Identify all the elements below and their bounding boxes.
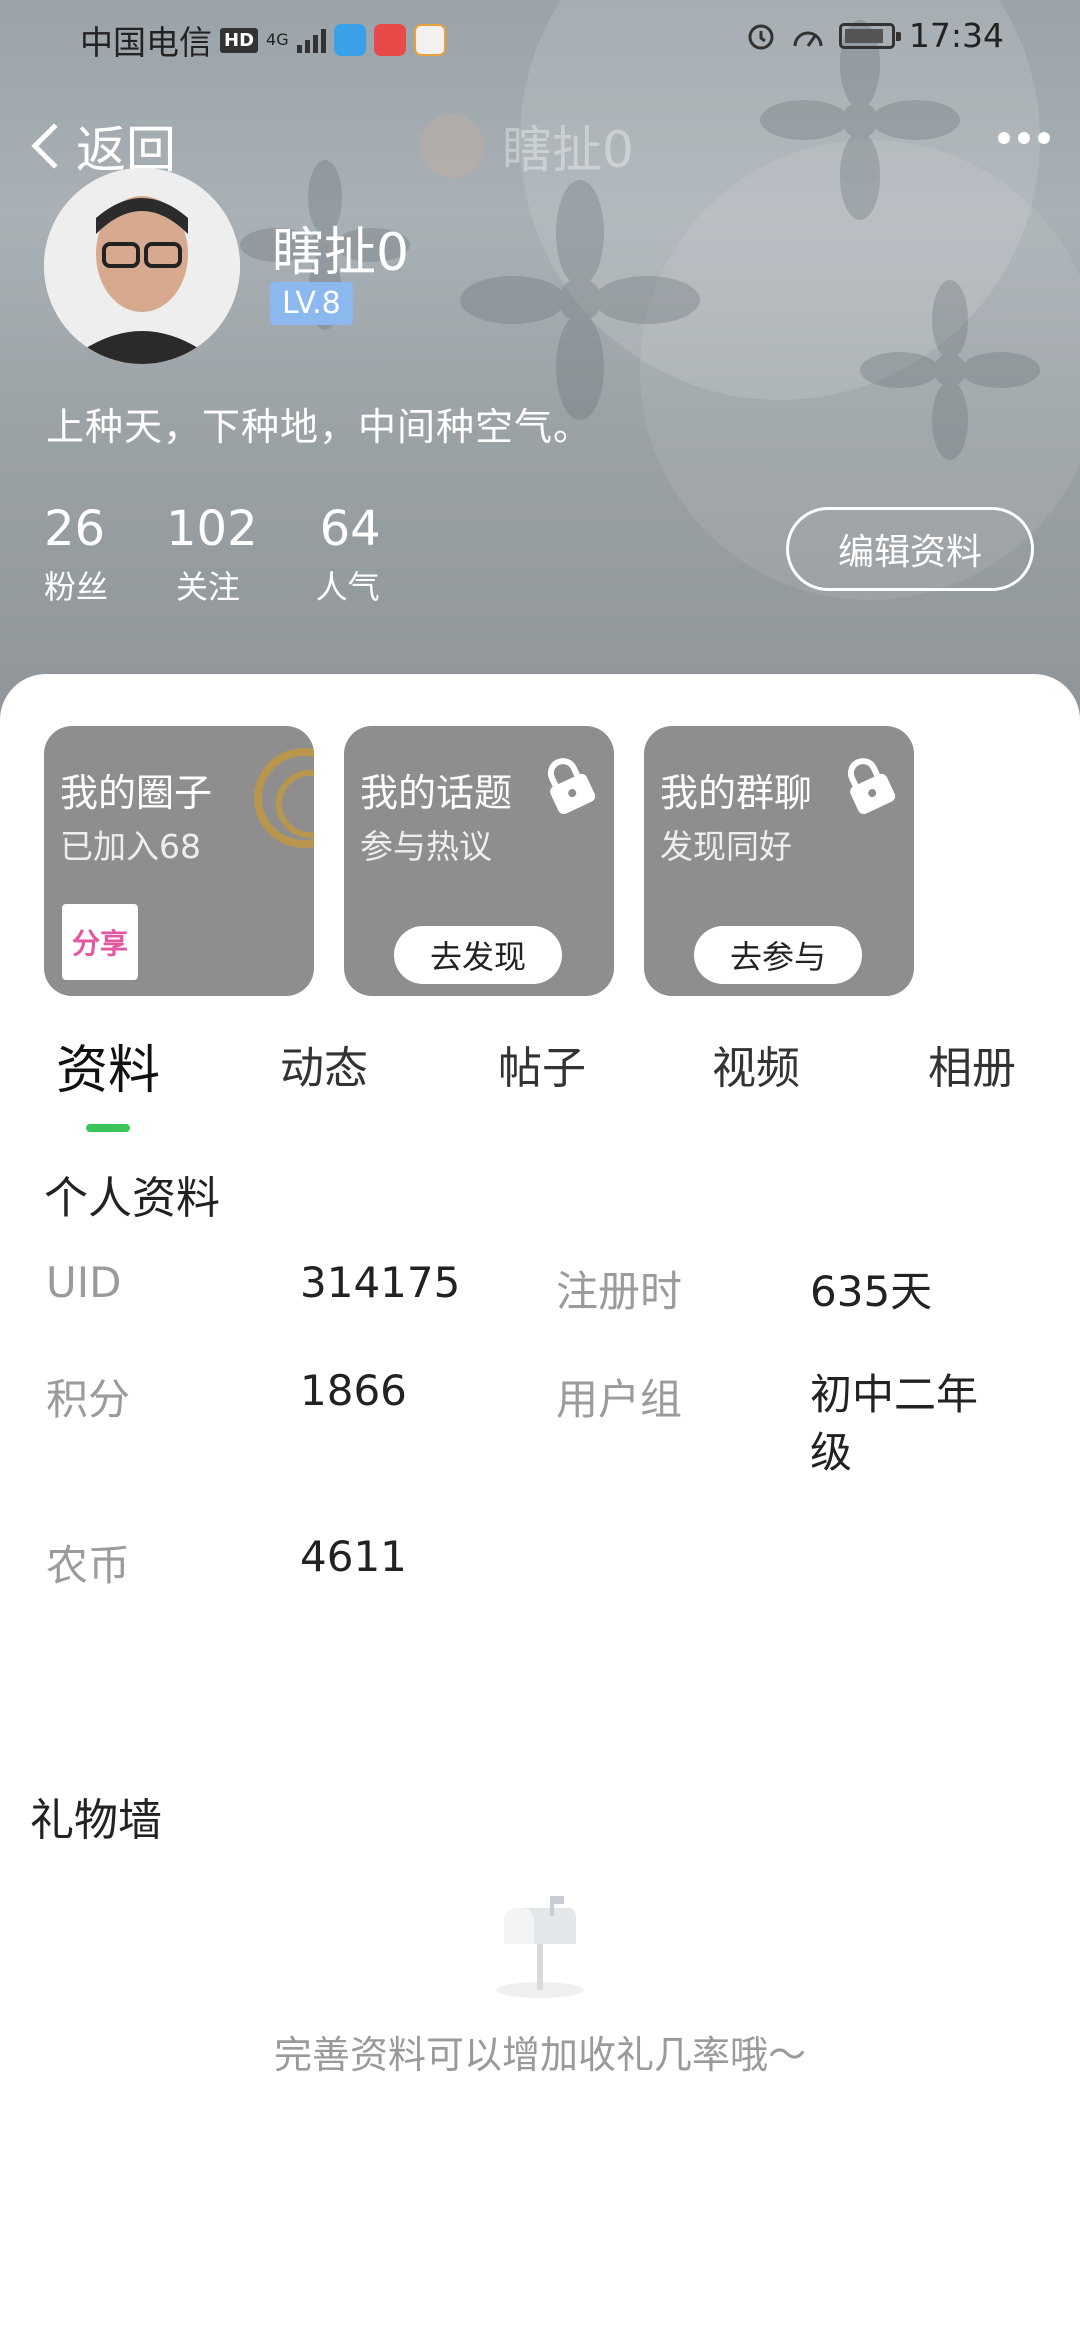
app-notification-icon (373, 24, 406, 56)
field-value-uid: 314175 (300, 1258, 461, 1307)
field-value-points: 1866 (300, 1366, 407, 1415)
stat-value: 26 (44, 501, 106, 557)
mailbox-icon (496, 1896, 584, 1998)
field-label-registered: 注册时 (556, 1267, 683, 1316)
flower-pattern-icon (460, 180, 700, 420)
share-badge: 分享 (62, 904, 138, 980)
app-notification-icon (333, 24, 366, 56)
card-title: 我的话题 (360, 771, 513, 815)
card-title: 我的群聊 (660, 771, 813, 815)
tab-profile[interactable]: 资料 (56, 1028, 160, 1103)
tab-videos[interactable]: 视频 (712, 1032, 800, 1096)
card-title: 我的圈子 (60, 771, 213, 815)
lock-icon (547, 758, 596, 814)
gift-wall-empty-text: 完善资料可以增加收礼几率哦～ (273, 2033, 806, 2077)
nav-title-text: 瞎扯0 (502, 121, 634, 179)
stat-fans[interactable]: 26 粉丝 (44, 500, 108, 608)
field-value-coins: 4611 (300, 1532, 407, 1581)
username: 瞎扯0 (272, 223, 410, 283)
tab-activity[interactable]: 动态 (280, 1032, 368, 1096)
edit-profile-button[interactable]: 编辑资料 (786, 507, 1034, 591)
chevron-left-icon (31, 123, 77, 169)
hd-badge: HD (220, 27, 259, 53)
more-dots-icon[interactable] (998, 132, 1050, 144)
card-subtitle: 发现同好 (660, 827, 792, 866)
nav-title: 瞎扯0 (420, 110, 634, 182)
level-badge: LV.8 (270, 282, 353, 325)
stat-value: 64 (319, 501, 381, 557)
stat-label: 人气 (315, 568, 380, 606)
active-tab-indicator (86, 1124, 130, 1132)
stats-row: 26 粉丝 102 关注 64 人气 (44, 500, 381, 608)
card-my-topics[interactable]: 我的话题 参与热议 去发现 (344, 726, 614, 996)
stat-value: 102 (166, 501, 258, 557)
field-value-registered: 635天 (810, 1267, 933, 1316)
bio-text: 上种天，下种地，中间种空气。 (46, 405, 593, 449)
gift-wall-title: 礼物墙 (30, 1795, 162, 1846)
circle-decoration-icon (254, 748, 314, 848)
signal-bars-icon (296, 27, 326, 53)
card-subtitle: 已加入68 (60, 827, 201, 866)
network-type-label: 4G (266, 30, 289, 49)
tab-posts[interactable]: 帖子 (498, 1032, 586, 1096)
field-label-user-group: 用户组 (556, 1375, 683, 1424)
battery-icon (838, 22, 901, 49)
personal-info-title: 个人资料 (44, 1173, 220, 1224)
profile-tabs: 资料 动态 帖子 视频 相册 (0, 1020, 1080, 1132)
stat-label: 关注 (176, 568, 241, 606)
flower-pattern-icon (860, 280, 1040, 460)
clock-time: 17:34 (908, 16, 1004, 55)
card-subtitle: 参与热议 (360, 827, 492, 866)
field-label-uid: UID (46, 1258, 122, 1307)
field-label-coins: 农币 (46, 1541, 131, 1590)
speed-icon (793, 31, 823, 47)
alarm-icon (748, 24, 774, 49)
avatar[interactable] (44, 168, 240, 364)
status-bar: 中国电信 HD 4G 17:34 (0, 0, 1080, 72)
lock-icon (847, 758, 896, 814)
stat-label: 粉丝 (44, 568, 109, 606)
tab-albums[interactable]: 相册 (928, 1032, 1016, 1096)
app-notification-icon (413, 24, 446, 56)
field-value-user-group: 初中二年级 (810, 1370, 979, 1477)
field-label-points: 积分 (46, 1375, 131, 1424)
join-button[interactable]: 去参与 (694, 926, 862, 984)
nav-avatar (420, 114, 484, 178)
discover-button[interactable]: 去发现 (394, 926, 562, 984)
card-my-groups[interactable]: 我的群聊 发现同好 去参与 (644, 726, 914, 996)
stat-popularity[interactable]: 64 人气 (316, 500, 381, 608)
carrier-label: 中国电信 (80, 23, 212, 62)
stat-following[interactable]: 102 关注 (166, 500, 258, 608)
card-my-circles[interactable]: 我的圈子 已加入68 分享 (44, 726, 314, 996)
